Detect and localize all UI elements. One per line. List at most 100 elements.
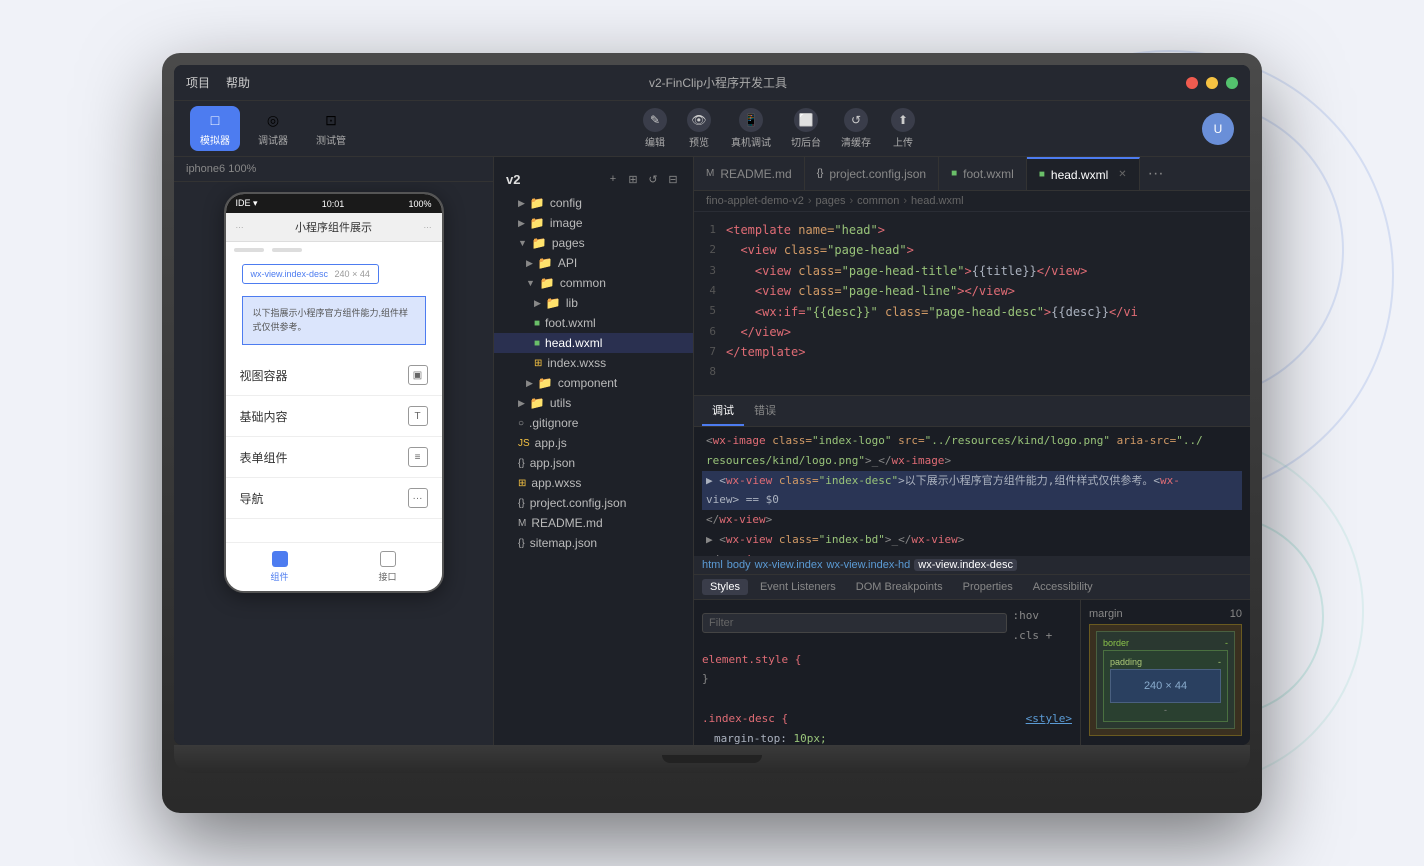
html-tree-line-3-selected[interactable]: ▶ <wx-view class="index-desc">以下展示小程序官方组… <box>702 471 1242 491</box>
tree-item-sitemap[interactable]: {} sitemap.json <box>494 533 693 553</box>
box-content: 240 × 44 <box>1110 669 1221 703</box>
tree-item-head-wxml[interactable]: ■ head.wxml <box>494 333 693 353</box>
real-device-icon: 📱 <box>739 108 763 132</box>
path-body[interactable]: body <box>727 559 751 571</box>
phone-time: 10:01 <box>322 199 345 209</box>
foot-wxml-tab-label: foot.wxml <box>963 167 1014 181</box>
editor-tab-bar: M README.md {} project.config.json ■ foo… <box>694 157 1250 191</box>
background-action[interactable]: ⬜ 切后台 <box>791 108 821 149</box>
phone-tab-api[interactable]: 接口 <box>334 543 442 591</box>
upload-action[interactable]: ⬆ 上传 <box>891 108 915 149</box>
phone-bottom-tabs: 组件 接口 <box>226 542 442 591</box>
tree-item-app-js[interactable]: JS app.js <box>494 433 693 453</box>
tree-item-utils[interactable]: ▶ 📁 utils <box>494 393 693 413</box>
window-controls <box>1186 77 1238 89</box>
tree-item-project-config[interactable]: {} project.config.json <box>494 493 693 513</box>
properties-tab[interactable]: Properties <box>955 579 1021 595</box>
maximize-button[interactable] <box>1226 77 1238 89</box>
tab-foot-wxml[interactable]: ■ foot.wxml <box>939 157 1027 191</box>
tab-project-config[interactable]: {} project.config.json <box>805 157 939 191</box>
tree-item-label: head.wxml <box>545 336 602 350</box>
nav-item-forms[interactable]: 表单组件 ≡ <box>226 437 442 478</box>
tree-item-pages[interactable]: ▼ 📁 pages <box>494 233 693 253</box>
nav-item-views[interactable]: 视图容器 ▣ <box>226 355 442 396</box>
tab-readme[interactable]: M README.md <box>694 157 805 191</box>
tab-head-wxml[interactable]: ■ head.wxml ✕ <box>1027 157 1140 191</box>
box-bottom-padding: - <box>1110 705 1221 715</box>
new-folder-icon[interactable]: ⊞ <box>625 171 641 187</box>
breadcrumb-item-1[interactable]: pages <box>816 195 846 207</box>
path-html[interactable]: html <box>702 559 723 571</box>
devtools-tab-console[interactable]: 调试 <box>702 396 744 426</box>
debugger-icon: ◎ <box>263 110 283 130</box>
dom-breakpoints-tab[interactable]: DOM Breakpoints <box>848 579 951 595</box>
debugger-button[interactable]: ◎ 调试器 <box>248 106 298 151</box>
tab-close-icon[interactable]: ✕ <box>1118 169 1126 180</box>
tree-item-gitignore[interactable]: ○ .gitignore <box>494 413 693 433</box>
preview-action[interactable]: 👁 预览 <box>687 108 711 149</box>
tree-item-common[interactable]: ▼ 📁 common <box>494 273 693 293</box>
tree-item-config[interactable]: ▶ 📁 config <box>494 193 693 213</box>
path-wx-view-index-hd[interactable]: wx-view.index-hd <box>827 559 911 571</box>
style-source-link[interactable]: <style> <box>1026 709 1072 729</box>
tree-item-index-wxss[interactable]: ⊞ index.wxss <box>494 353 693 373</box>
user-avatar[interactable]: U <box>1202 113 1234 145</box>
menu-item-help[interactable]: 帮助 <box>226 74 250 91</box>
phone-tab-components[interactable]: 组件 <box>226 543 334 591</box>
path-wx-view-index-desc[interactable]: wx-view.index-desc <box>914 559 1017 571</box>
project-config-tab-label: project.config.json <box>829 167 926 181</box>
styles-filter-input[interactable] <box>702 613 1007 633</box>
selected-element-preview: 以下指展示小程序官方组件能力,组件样式仅供参考。 <box>242 296 426 345</box>
tree-item-lib[interactable]: ▶ 📁 lib <box>494 293 693 313</box>
pseudo-filter[interactable]: :hov .cls + <box>1013 606 1072 646</box>
clear-cache-label: 清缓存 <box>841 134 871 149</box>
tree-item-app-json[interactable]: {} app.json <box>494 453 693 473</box>
html-tree-line-2: resources/kind/logo.png">_</wx-image> <box>702 451 1242 471</box>
real-device-label: 真机调试 <box>731 134 771 149</box>
collapse-tree-icon[interactable]: ⊟ <box>665 171 681 187</box>
tree-item-component[interactable]: ▶ 📁 component <box>494 373 693 393</box>
real-device-action[interactable]: 📱 真机调试 <box>731 108 771 149</box>
tree-item-app-wxss[interactable]: ⊞ app.wxss <box>494 473 693 493</box>
clear-cache-action[interactable]: ↺ 清缓存 <box>841 108 871 149</box>
nav-item-nav[interactable]: 导航 ··· <box>226 478 442 519</box>
tree-item-label: foot.wxml <box>545 316 596 330</box>
breadcrumb-item-3[interactable]: head.wxml <box>911 195 964 207</box>
folder-icon: 📁 <box>540 276 555 290</box>
tree-item-label: app.js <box>535 436 567 450</box>
tree-item-label: component <box>558 376 617 390</box>
edit-label: 编辑 <box>645 134 665 149</box>
tree-item-readme[interactable]: M README.md <box>494 513 693 533</box>
accessibility-tab[interactable]: Accessibility <box>1025 579 1101 595</box>
breadcrumb-item-2[interactable]: common <box>857 195 899 207</box>
tree-item-foot-wxml[interactable]: ■ foot.wxml <box>494 313 693 333</box>
tree-item-label: app.json <box>530 456 575 470</box>
edit-action[interactable]: ✎ 编辑 <box>643 108 667 149</box>
test-button[interactable]: ⊡ 测试管 <box>306 106 356 151</box>
tree-item-image[interactable]: ▶ 📁 image <box>494 213 693 233</box>
folder-icon: 📁 <box>538 256 553 270</box>
folder-icon: 📁 <box>530 216 545 230</box>
styles-tab[interactable]: Styles <box>702 579 748 595</box>
minimize-button[interactable] <box>1206 77 1218 89</box>
tree-item-api[interactable]: ▶ 📁 API <box>494 253 693 273</box>
nav-item-basic[interactable]: 基础内容 T <box>226 396 442 437</box>
new-file-icon[interactable]: + <box>605 171 621 187</box>
path-wx-view-index[interactable]: wx-view.index <box>755 559 823 571</box>
nav-item-basic-label: 基础内容 <box>240 408 288 425</box>
debugger-label: 调试器 <box>258 132 288 147</box>
folder-icon: 📁 <box>530 196 545 210</box>
wxml-file-icon: ■ <box>534 318 540 329</box>
code-lines[interactable]: 1 <template name="head"> 2 <view class="… <box>694 212 1250 395</box>
test-icon: ⊡ <box>321 110 341 130</box>
element-tooltip: wx-view.index-desc 240 × 44 <box>242 264 379 284</box>
tab-overflow-menu[interactable]: ··· <box>1140 165 1172 183</box>
event-listeners-tab[interactable]: Event Listeners <box>752 579 844 595</box>
simulator-button[interactable]: □ 模拟器 <box>190 106 240 151</box>
breadcrumb-item-0[interactable]: fino-applet-demo-v2 <box>706 195 804 207</box>
refresh-tree-icon[interactable]: ↺ <box>645 171 661 187</box>
close-button[interactable] <box>1186 77 1198 89</box>
tree-item-label: README.md <box>531 516 602 530</box>
menu-item-project[interactable]: 项目 <box>186 74 210 91</box>
devtools-tab-network[interactable]: 错误 <box>744 396 786 426</box>
